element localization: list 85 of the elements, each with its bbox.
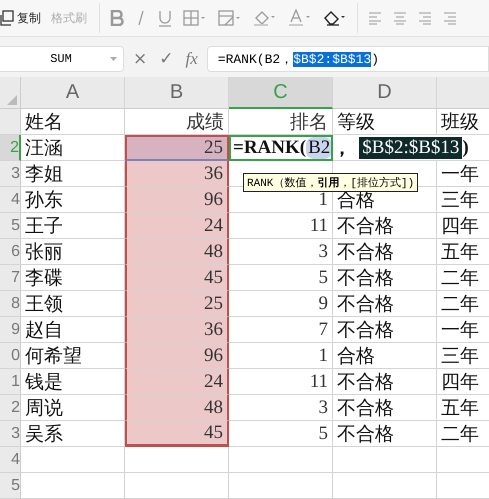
- table-cell: 7: [229, 317, 333, 343]
- table-cell: 二年: [437, 291, 489, 317]
- table-cell: 排名: [229, 109, 333, 135]
- table-cell: 四年: [437, 213, 489, 239]
- table-cell: 三年: [437, 343, 489, 369]
- copy-icon: [0, 10, 14, 26]
- table-cell: 不合格: [333, 265, 437, 291]
- table-cell: 36: [125, 317, 229, 343]
- table-cell: 36: [125, 161, 229, 187]
- table-cell: 不合格: [333, 239, 437, 265]
- column-header[interactable]: C: [229, 77, 333, 109]
- row-header[interactable]: 5: [0, 473, 21, 499]
- table-cell: 11: [229, 369, 333, 395]
- row-header[interactable]: 4: [0, 447, 21, 473]
- table-cell: 48: [125, 239, 229, 265]
- row-header[interactable]: 8: [0, 291, 21, 317]
- table-cell: 不合格: [333, 369, 437, 395]
- table-cell: 二年: [437, 265, 489, 291]
- row-header[interactable]: 2: [0, 135, 21, 161]
- table-cell: 1: [229, 343, 333, 369]
- table-cell: 合格: [333, 343, 437, 369]
- table-cell: 9: [229, 291, 333, 317]
- table-cell: 5: [229, 421, 333, 447]
- row-header[interactable]: [0, 109, 21, 135]
- table-cell: 二年: [437, 421, 489, 447]
- table-cell: 3: [229, 395, 333, 421]
- table-cell: 45: [125, 421, 229, 447]
- table-cell: 24: [125, 369, 229, 395]
- cancel-button[interactable]: ×: [130, 49, 150, 69]
- row-header[interactable]: 5: [0, 213, 21, 239]
- table-cell: 5: [229, 265, 333, 291]
- row-header[interactable]: 2: [0, 395, 21, 421]
- row-header[interactable]: 3: [0, 421, 21, 447]
- function-tooltip: RANK（数值，引用，[排位方式]): [243, 173, 418, 192]
- eraser-icon[interactable]: [323, 9, 347, 27]
- row-header[interactable]: 3: [0, 161, 21, 187]
- row-header[interactable]: 6: [0, 239, 21, 265]
- table-cell: 3: [229, 239, 333, 265]
- insert-function-button[interactable]: fx: [182, 49, 201, 69]
- table-cell: 班级: [437, 109, 489, 135]
- table-cell: 96: [125, 343, 229, 369]
- column-header[interactable]: D: [333, 77, 437, 109]
- align-icon[interactable]: [418, 11, 432, 25]
- table-cell: 24: [125, 213, 229, 239]
- borders-icon[interactable]: [183, 10, 207, 26]
- table-cell: 48: [125, 395, 229, 421]
- table-cell: 11: [229, 213, 333, 239]
- table-cell: 不合格: [333, 213, 437, 239]
- cell-style-icon[interactable]: [218, 10, 242, 26]
- table-cell: 一年: [437, 161, 489, 187]
- name-box[interactable]: SUM: [0, 46, 124, 72]
- font-color-icon[interactable]: [288, 9, 312, 27]
- table-cell: 不合格: [333, 291, 437, 317]
- table-cell: 姓名: [21, 109, 125, 135]
- align-icon[interactable]: [393, 11, 407, 25]
- select-all-icon[interactable]: [7, 95, 17, 105]
- row-header[interactable]: 4: [0, 187, 21, 213]
- row-header[interactable]: 7: [0, 265, 21, 291]
- formula-field[interactable]: =RANK(B2，$B$2:$B$13): [206, 46, 489, 72]
- table-cell: 不合格: [333, 421, 437, 447]
- align-icon[interactable]: [443, 11, 457, 25]
- table-cell: 一年: [437, 317, 489, 343]
- confirm-button[interactable]: ✓: [156, 49, 176, 69]
- table-cell: 96: [125, 187, 229, 213]
- align-icon[interactable]: [368, 11, 382, 25]
- row-header[interactable]: 0: [0, 343, 21, 369]
- row-header[interactable]: 1: [0, 369, 21, 395]
- column-header[interactable]: A: [21, 77, 125, 109]
- table-cell: 不合格: [333, 395, 437, 421]
- formula-cell[interactable]: =RANK(B2， $B$2:$B$13): [229, 135, 489, 161]
- table-cell: 25: [125, 291, 229, 317]
- table-cell: 五年: [437, 395, 489, 421]
- table-cell: 45: [125, 265, 229, 291]
- column-header[interactable]: B: [125, 77, 229, 109]
- clipboard-button[interactable]: 复制: [0, 8, 43, 28]
- table-cell: 五年: [437, 239, 489, 265]
- fill-color-icon[interactable]: [253, 9, 277, 27]
- table-cell: 不合格: [333, 317, 437, 343]
- bold-icon[interactable]: [110, 10, 124, 26]
- table-cell: 等级: [333, 109, 437, 135]
- table-cell: 三年: [437, 187, 489, 213]
- row-header[interactable]: 9: [0, 317, 21, 343]
- underline-icon[interactable]: [158, 10, 172, 26]
- table-cell: 25: [125, 135, 229, 161]
- table-cell: 四年: [437, 369, 489, 395]
